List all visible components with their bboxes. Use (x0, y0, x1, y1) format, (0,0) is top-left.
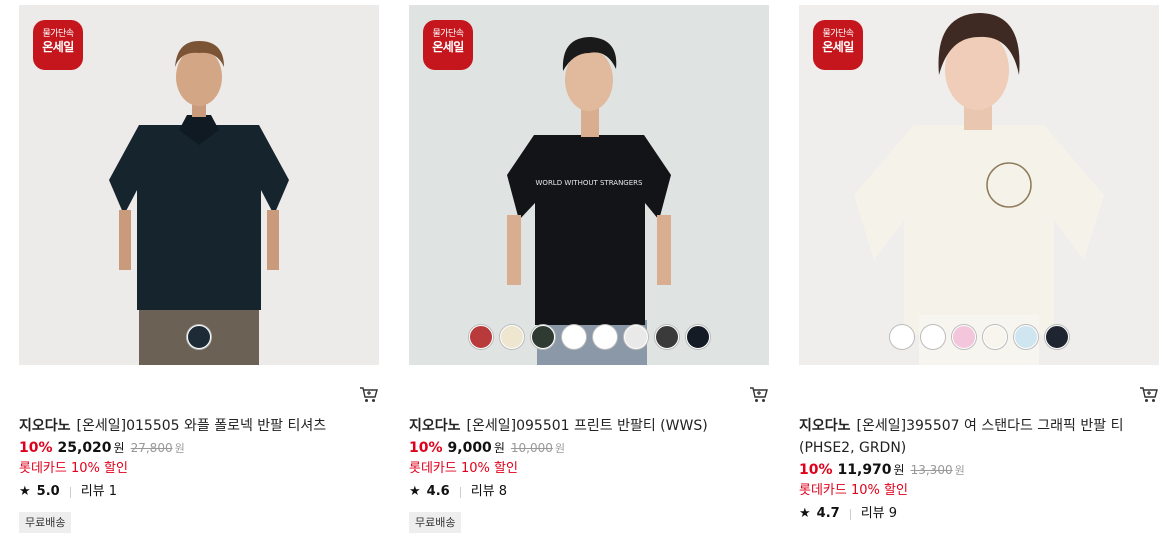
color-swatch[interactable] (1044, 325, 1069, 349)
rating-row: ★ 5.0 리뷰 1 (19, 483, 379, 501)
rating-row: ★ 4.6 리뷰 8 (409, 483, 769, 501)
add-to-cart-icon[interactable] (359, 386, 379, 404)
product-info: 지오다노 [온세일]095501 프린트 반팔티 (WWS) 10% 9,000 원 1… (409, 415, 769, 533)
currency: 원 (113, 441, 125, 455)
product-image[interactable]: 물가단속 온세일 (799, 5, 1159, 365)
product-name: [온세일]095501 프린트 반팔티 (WWS) (466, 418, 708, 434)
divider (69, 486, 71, 498)
product-title[interactable]: 지오다노 [온세일]095501 프린트 반팔티 (WWS) (409, 415, 769, 437)
currency: 원 (493, 441, 505, 455)
divider (459, 486, 461, 498)
shirt-print: WORLD WITHOUT STRANGERS (536, 179, 644, 187)
card-promo: 롯데카드 10% 할인 (409, 461, 518, 476)
star-icon: ★ (409, 484, 421, 499)
currency: 원 (893, 463, 905, 477)
product-card[interactable]: 물가단속 온세일 지오다노 [온세일]015505 와플 폴로넥 반팔 티셔츠 1… (19, 0, 379, 533)
product-info: 지오다노 [온세일]015505 와플 폴로넥 반팔 티셔츠 10% 25,020 원… (19, 415, 379, 533)
color-swatch[interactable] (499, 325, 524, 349)
original-price: 27,800 (130, 441, 173, 455)
color-swatch[interactable] (951, 325, 976, 349)
sale-badge-line1: 물가단속 (42, 29, 74, 39)
card-promo: 롯데카드 10% 할인 (19, 461, 128, 476)
color-swatch[interactable] (623, 325, 648, 349)
sale-badge-line2: 온세일 (822, 40, 854, 54)
price-row: 10% 11,970 원 13,300 원 (799, 460, 1159, 481)
rating-score: 4.6 (426, 484, 450, 499)
sale-badge: 물가단속 온세일 (813, 20, 863, 70)
color-swatch[interactable] (920, 325, 945, 349)
sale-price: 25,020 (57, 440, 112, 456)
color-swatch[interactable] (1013, 325, 1038, 349)
product-grid: 물가단속 온세일 지오다노 [온세일]015505 와플 폴로넥 반팔 티셔츠 1… (0, 0, 1168, 541)
color-swatch[interactable] (592, 325, 617, 349)
sale-badge-line1: 물가단속 (432, 29, 464, 39)
discount-rate: 10% (799, 462, 833, 478)
free-shipping-tag: 무료배송 (19, 512, 72, 533)
discount-rate: 10% (19, 440, 53, 456)
color-swatch[interactable] (654, 325, 679, 349)
rating-score: 4.7 (816, 506, 840, 521)
brand-name: 지오다노 (799, 418, 851, 434)
sale-badge: 물가단속 온세일 (33, 20, 83, 70)
sale-badge-line1: 물가단속 (822, 29, 854, 39)
star-icon: ★ (799, 506, 811, 521)
color-swatch[interactable] (561, 325, 586, 349)
color-swatches (799, 325, 1159, 349)
color-swatch[interactable] (187, 325, 211, 349)
color-swatch[interactable] (530, 325, 555, 349)
product-card[interactable]: 물가단속 온세일 지오다노 [온세일]395507 여 스탠다드 그래픽 반팔 티… (799, 0, 1159, 521)
original-currency: 원 (554, 442, 565, 455)
divider (849, 508, 851, 520)
brand-name: 지오다노 (409, 418, 461, 434)
color-swatch[interactable] (468, 325, 493, 349)
product-name: [온세일]015505 와플 폴로넥 반팔 티셔츠 (76, 418, 327, 434)
review-count[interactable]: 리뷰 9 (861, 505, 897, 523)
rating-score: 5.0 (36, 484, 60, 499)
review-count[interactable]: 리뷰 1 (81, 483, 117, 501)
original-price: 10,000 (510, 441, 553, 455)
original-price: 13,300 (910, 463, 953, 477)
free-shipping-tag: 무료배송 (409, 512, 462, 533)
color-swatches (409, 325, 769, 349)
sale-price: 11,970 (837, 462, 892, 478)
add-to-cart-icon[interactable] (1139, 386, 1159, 404)
original-currency: 원 (954, 464, 965, 477)
product-image[interactable]: WORLD WITHOUT STRANGERS 물가단속 온세일 (409, 5, 769, 365)
product-card[interactable]: WORLD WITHOUT STRANGERS 물가단속 온세일 지오다노 [온… (409, 0, 769, 533)
product-title[interactable]: 지오다노 [온세일]395507 여 스탠다드 그래픽 반팔 티 (PHSE2, … (799, 415, 1159, 459)
color-swatch[interactable] (889, 325, 914, 349)
discount-rate: 10% (409, 440, 443, 456)
sale-badge-line2: 온세일 (432, 40, 464, 54)
star-icon: ★ (19, 484, 31, 499)
sale-badge: 물가단속 온세일 (423, 20, 473, 70)
product-title[interactable]: 지오다노 [온세일]015505 와플 폴로넥 반팔 티셔츠 (19, 415, 379, 437)
review-count[interactable]: 리뷰 8 (471, 483, 507, 501)
original-currency: 원 (174, 442, 185, 455)
sale-price: 9,000 (447, 440, 492, 456)
color-swatches (19, 325, 379, 349)
price-row: 10% 25,020 원 27,800 원 (19, 438, 379, 459)
card-promo: 롯데카드 10% 할인 (799, 483, 908, 498)
color-swatch[interactable] (685, 325, 710, 349)
add-to-cart-icon[interactable] (749, 386, 769, 404)
brand-name: 지오다노 (19, 418, 71, 434)
rating-row: ★ 4.7 리뷰 9 (799, 505, 1159, 523)
price-row: 10% 9,000 원 10,000 원 (409, 438, 769, 459)
sale-badge-line2: 온세일 (42, 40, 74, 54)
product-info: 지오다노 [온세일]395507 여 스탠다드 그래픽 반팔 티 (PHSE2, … (799, 415, 1159, 523)
product-image[interactable]: 물가단속 온세일 (19, 5, 379, 365)
color-swatch[interactable] (982, 325, 1007, 349)
